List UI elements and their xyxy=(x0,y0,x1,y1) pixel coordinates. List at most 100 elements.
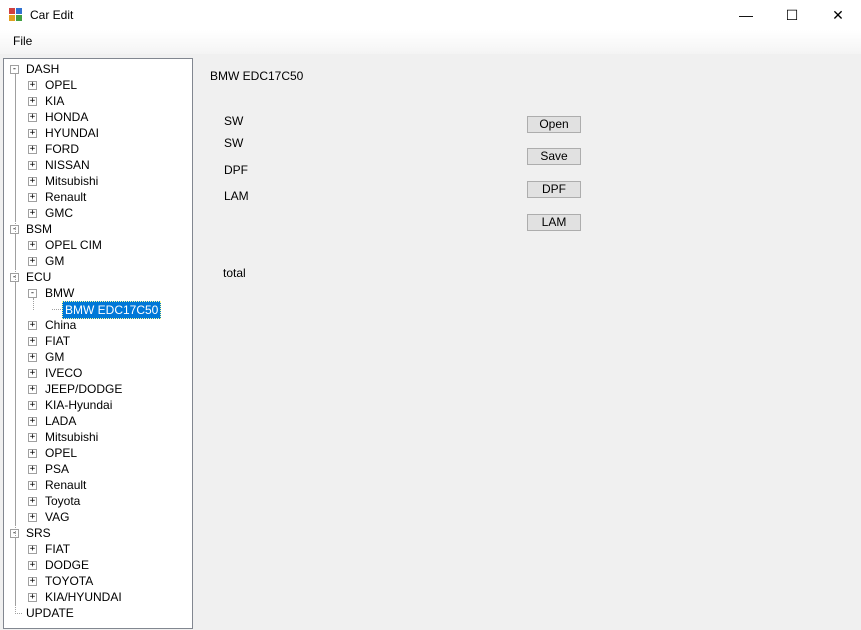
expand-icon[interactable]: + xyxy=(28,129,37,138)
tree-node-label: UPDATE xyxy=(26,606,74,620)
close-button[interactable]: ✕ xyxy=(815,0,861,30)
tree-connector xyxy=(15,613,22,614)
expand-icon[interactable]: + xyxy=(28,385,37,394)
expand-icon[interactable]: + xyxy=(28,321,37,330)
tree-connector xyxy=(15,74,16,614)
tree-node-bsm[interactable]: - BSM xyxy=(4,221,192,237)
tree-node-dash-7[interactable]: + Renault xyxy=(4,189,192,205)
dpf-label: DPF xyxy=(224,163,248,177)
tree-node-dash-6[interactable]: + Mitsubishi xyxy=(4,173,192,189)
collapse-icon[interactable]: - xyxy=(28,289,37,298)
tree-node-ecu-9[interactable]: + PSA xyxy=(4,461,192,477)
expand-icon[interactable]: + xyxy=(28,561,37,570)
tree-node-ecu-5[interactable]: + KIA-Hyundai xyxy=(4,397,192,413)
tree-node-srs[interactable]: - SRS xyxy=(4,525,192,541)
tree-node-dash-8[interactable]: + GMC xyxy=(4,205,192,221)
tree-node-dash-0[interactable]: + OPEL xyxy=(4,77,192,93)
tree-node-label: HONDA xyxy=(45,110,89,124)
expand-icon[interactable]: + xyxy=(28,401,37,410)
expand-icon[interactable]: + xyxy=(28,145,37,154)
tree-node-label: OPEL xyxy=(45,78,78,92)
tree-view[interactable]: - DASH + OPEL + KIA + HONDA + HYUNDAI + FORD + NISSAN… xyxy=(3,58,193,629)
tree-node-ecu-12[interactable]: + VAG xyxy=(4,509,192,525)
tree-node-bsm-0[interactable]: + OPEL CIM xyxy=(4,237,192,253)
tree-node-label: NISSAN xyxy=(45,158,90,172)
tree-node-ecu-10[interactable]: + Renault xyxy=(4,477,192,493)
expand-icon[interactable]: + xyxy=(28,353,37,362)
tree-node-ecu-6[interactable]: + LADA xyxy=(4,413,192,429)
expand-icon[interactable]: + xyxy=(28,257,37,266)
expand-icon[interactable]: + xyxy=(28,465,37,474)
tree-node-ecu-2[interactable]: + GM xyxy=(4,349,192,365)
expand-icon[interactable]: + xyxy=(28,193,37,202)
tree-node-ecu-7[interactable]: + Mitsubishi xyxy=(4,429,192,445)
tree-node-label: LADA xyxy=(45,414,77,428)
tree-node-bsm-1[interactable]: + GM xyxy=(4,253,192,269)
tree-node-label: KIA xyxy=(45,94,65,108)
tree-node-label: FIAT xyxy=(45,542,71,556)
tree-node-update[interactable]: UPDATE xyxy=(4,605,192,621)
open-button[interactable]: Open xyxy=(527,116,581,133)
expand-icon[interactable]: + xyxy=(28,513,37,522)
lam-button[interactable]: LAM xyxy=(527,214,581,231)
tree-node-ecu-0[interactable]: + China xyxy=(4,317,192,333)
tree-node-label: ECU xyxy=(26,270,52,284)
tree-node-ecu-4[interactable]: + JEEP/DODGE xyxy=(4,381,192,397)
expand-icon[interactable]: + xyxy=(28,481,37,490)
expand-icon[interactable]: + xyxy=(28,209,37,218)
dpf-button[interactable]: DPF xyxy=(527,181,581,198)
tree-node-dash-1[interactable]: + KIA xyxy=(4,93,192,109)
expand-icon[interactable]: + xyxy=(28,337,37,346)
sw-label-2: SW xyxy=(224,136,244,150)
expand-icon[interactable]: + xyxy=(28,161,37,170)
expand-icon[interactable]: + xyxy=(28,81,37,90)
expand-icon[interactable]: + xyxy=(28,417,37,426)
tree-node-ecu-1[interactable]: + FIAT xyxy=(4,333,192,349)
tree-node-label: IVECO xyxy=(45,366,83,380)
minimize-button[interactable]: — xyxy=(723,0,769,30)
lam-label: LAM xyxy=(224,189,249,203)
total-label: total xyxy=(223,266,246,280)
tree-node-label: China xyxy=(45,318,77,332)
tree-node-srs-3[interactable]: + KIA/HYUNDAI xyxy=(4,589,192,605)
tree-node-ecu-3[interactable]: + IVECO xyxy=(4,365,192,381)
expand-icon[interactable]: + xyxy=(28,369,37,378)
expand-icon[interactable]: + xyxy=(28,593,37,602)
tree-node-label: VAG xyxy=(45,510,70,524)
tree-node-dash[interactable]: - DASH xyxy=(4,61,192,77)
tree-node-label: Renault xyxy=(45,478,87,492)
tree-node-label: GM xyxy=(45,350,65,364)
tree-node-label: BMW xyxy=(45,286,75,300)
tree-node-label: OPEL xyxy=(45,446,78,460)
tree-node-label: OPEL CIM xyxy=(45,238,102,252)
tree-node-label: Mitsubishi xyxy=(45,174,99,188)
expand-icon[interactable]: + xyxy=(28,577,37,586)
tree-node-srs-0[interactable]: + FIAT xyxy=(4,541,192,557)
tree-node-srs-2[interactable]: + TOYOTA xyxy=(4,573,192,589)
tree-node-dash-4[interactable]: + FORD xyxy=(4,141,192,157)
expand-icon[interactable]: + xyxy=(28,433,37,442)
tree-node-label: GM xyxy=(45,254,65,268)
expand-icon[interactable]: + xyxy=(28,545,37,554)
tree-node-ecu-11[interactable]: + Toyota xyxy=(4,493,192,509)
save-button[interactable]: Save xyxy=(527,148,581,165)
expand-icon[interactable]: + xyxy=(28,241,37,250)
expand-icon[interactable]: + xyxy=(28,497,37,506)
tree-node-label: BSM xyxy=(26,222,53,236)
tree-node-dash-3[interactable]: + HYUNDAI xyxy=(4,125,192,141)
tree-node-label: FIAT xyxy=(45,334,71,348)
tree-node-dash-5[interactable]: + NISSAN xyxy=(4,157,192,173)
expand-icon[interactable]: + xyxy=(28,97,37,106)
menu-file[interactable]: File xyxy=(7,34,38,48)
tree-node-ecu-8[interactable]: + OPEL xyxy=(4,445,192,461)
tree-node-srs-1[interactable]: + DODGE xyxy=(4,557,192,573)
tree-node-dash-2[interactable]: + HONDA xyxy=(4,109,192,125)
expand-icon[interactable]: + xyxy=(28,449,37,458)
maximize-button[interactable]: ☐ xyxy=(769,0,815,30)
expand-icon[interactable]: + xyxy=(28,177,37,186)
tree-connector xyxy=(52,309,61,310)
expand-icon[interactable]: + xyxy=(28,113,37,122)
title-bar: Car Edit — ☐ ✕ xyxy=(0,0,861,30)
window-title: Car Edit xyxy=(30,8,74,22)
tree-node-ecu[interactable]: - ECU xyxy=(4,269,192,285)
